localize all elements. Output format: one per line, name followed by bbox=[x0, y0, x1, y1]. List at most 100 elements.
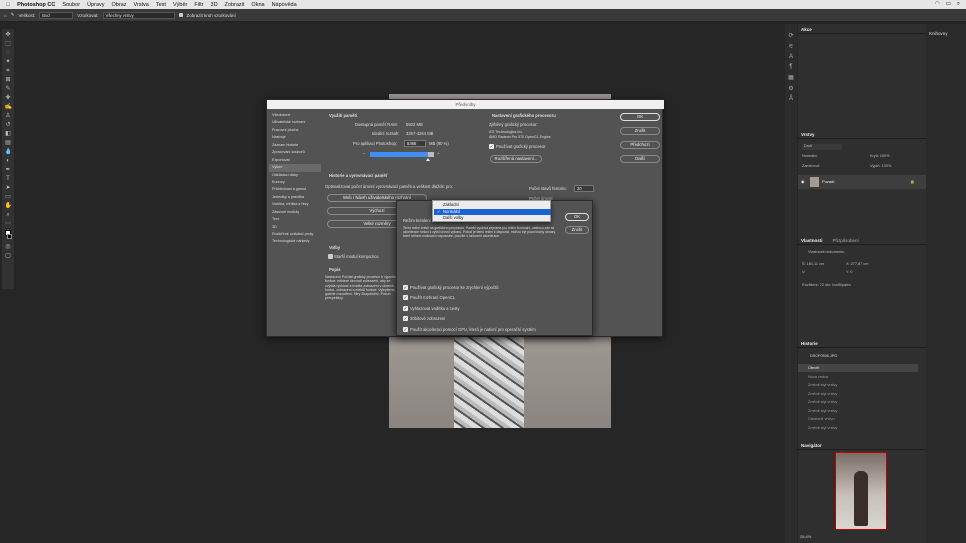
menu-text[interactable]: Text bbox=[156, 2, 166, 8]
navigator-panel-header[interactable]: Navigátor bbox=[798, 440, 926, 450]
category-item[interactable]: Technologické náhledy bbox=[269, 238, 321, 245]
category-item[interactable]: Pracovní plocha bbox=[269, 127, 321, 134]
history-item[interactable]: Změnit styl vrstvy bbox=[808, 426, 837, 430]
width-field[interactable]: Š: 181,11 cm bbox=[802, 262, 824, 266]
memory-slider[interactable] bbox=[370, 152, 434, 157]
category-item[interactable]: Odkládací disky bbox=[269, 172, 321, 179]
mode-option-advanced[interactable]: Další volby bbox=[434, 215, 551, 222]
type-tool-icon[interactable]: T bbox=[5, 176, 12, 183]
history-item[interactable]: Změnit styl vrstvy bbox=[808, 392, 837, 396]
category-item[interactable]: Text bbox=[269, 216, 321, 223]
30bit-display-checkbox[interactable]: ✓ bbox=[403, 316, 408, 321]
menu-vrstva[interactable]: Vrstva bbox=[133, 2, 148, 8]
hand-tool-icon[interactable]: ✋ bbox=[5, 203, 12, 210]
gradient-tool-icon[interactable]: ▤ bbox=[5, 140, 12, 147]
sample-select[interactable]: Všechny vrstvy bbox=[102, 11, 175, 19]
memory-slider-thumb[interactable] bbox=[425, 158, 430, 161]
opacity-field[interactable]: Krytí: 100% bbox=[870, 154, 890, 158]
native-gpu-checkbox[interactable]: ✓ bbox=[403, 327, 408, 332]
menu-napoveda[interactable]: Nápověda bbox=[272, 2, 297, 8]
category-item[interactable]: 3D bbox=[269, 224, 321, 231]
gpu-compute-checkbox[interactable]: ✓ bbox=[403, 285, 408, 290]
menu-zobrazit[interactable]: Zobrazit bbox=[225, 2, 245, 8]
properties-panel-icon[interactable]: ⚙ bbox=[788, 85, 793, 92]
paragraph-panel-icon[interactable]: ¶ bbox=[789, 64, 792, 70]
photoshop-mem-field[interactable]: 5368 bbox=[404, 140, 426, 147]
eyedropper-tool-icon[interactable]: ✎ bbox=[5, 86, 12, 93]
screen-mode-icon[interactable]: ▢ bbox=[5, 253, 12, 260]
wifi-icon[interactable]: ◠ bbox=[935, 1, 940, 8]
history-item[interactable]: Otevřít bbox=[808, 366, 819, 370]
navigator-thumbnail[interactable] bbox=[835, 452, 887, 530]
menu-obraz[interactable]: Obraz bbox=[112, 2, 127, 8]
size-select[interactable]: Bod bbox=[39, 11, 74, 19]
menu-upravy[interactable]: Úpravy bbox=[87, 2, 104, 8]
category-item[interactable]: Kurzory bbox=[269, 179, 321, 186]
layer-filter-select[interactable]: Druh bbox=[802, 144, 842, 150]
history-item[interactable]: Změnit styl vrstvy bbox=[808, 383, 837, 387]
brush-tool-icon[interactable]: ✍ bbox=[5, 104, 12, 111]
blend-mode-select[interactable]: Normální bbox=[802, 154, 817, 158]
opencl-checkbox[interactable]: ✓ bbox=[403, 295, 408, 300]
sub-ok-button[interactable]: OK bbox=[565, 213, 589, 221]
x-field[interactable]: X: 277,87 cm bbox=[846, 262, 868, 266]
history-brush-tool-icon[interactable]: ↺ bbox=[5, 122, 12, 129]
history-states-field[interactable]: 20 bbox=[574, 185, 594, 192]
adjust-panel-icon[interactable]: ⚟ bbox=[788, 43, 793, 50]
app-name-menu[interactable]: Photoshop CC bbox=[17, 2, 55, 8]
adjustments-tab[interactable]: Přizpůsobení bbox=[833, 238, 859, 243]
ok-button[interactable]: OK bbox=[620, 113, 660, 121]
sub-cancel-button[interactable]: Zrušit bbox=[565, 226, 589, 234]
swatches-panel-icon[interactable]: ▦ bbox=[788, 74, 794, 81]
color-swatches-icon[interactable] bbox=[4, 230, 12, 242]
pen-tool-icon[interactable]: ✒ bbox=[5, 167, 12, 174]
zoom-tool-icon[interactable]: ⌕ bbox=[5, 212, 12, 219]
y-field[interactable]: Y: 0 bbox=[846, 270, 853, 274]
category-item[interactable]: Exportovat bbox=[269, 157, 321, 164]
history-item[interactable]: Odstranit vrstvu bbox=[808, 417, 835, 421]
category-item[interactable]: Uživatelské rozhraní bbox=[269, 119, 321, 126]
history-item[interactable]: Změnit styl vrstvy bbox=[808, 400, 837, 404]
category-item[interactable]: Výkon bbox=[269, 164, 321, 172]
home-icon[interactable]: ⌂ bbox=[4, 13, 7, 18]
next-button[interactable]: Další bbox=[620, 155, 660, 163]
more-tools-icon[interactable]: ⋯ bbox=[5, 221, 12, 228]
menu-okna[interactable]: Okna bbox=[251, 2, 264, 8]
properties-panel-header[interactable]: Vlastnosti Přizpůsobení bbox=[798, 235, 926, 245]
history-panel-icon[interactable]: ⟳ bbox=[788, 32, 793, 39]
menu-soubor[interactable]: Soubor bbox=[62, 2, 80, 8]
category-item[interactable]: Zásuvné moduly bbox=[269, 209, 321, 216]
eyedropper-icon[interactable]: ✎ bbox=[11, 12, 15, 18]
history-item[interactable]: Nová vrstva bbox=[808, 375, 828, 379]
menu-vyber[interactable]: Výběr bbox=[173, 2, 187, 8]
mem-decrease-icon[interactable]: − bbox=[363, 151, 365, 156]
height-field[interactable]: V: bbox=[802, 270, 805, 274]
menu-3d[interactable]: 3D bbox=[211, 2, 218, 8]
lasso-tool-icon[interactable]: ◌ bbox=[5, 50, 12, 57]
gpu-advanced-button[interactable]: Rozšířená nastavení... bbox=[490, 155, 542, 163]
shape-tool-icon[interactable]: ▭ bbox=[5, 194, 12, 201]
move-tool-icon[interactable]: ✥ bbox=[5, 32, 12, 39]
stamp-tool-icon[interactable]: ♙ bbox=[5, 113, 12, 120]
category-item[interactable]: Záznam historie bbox=[269, 142, 321, 149]
libraries-tab[interactable]: Knihovny bbox=[929, 31, 948, 36]
search-icon[interactable]: ⌕ bbox=[957, 1, 960, 8]
use-gpu-checkbox[interactable]: ✓ bbox=[489, 144, 494, 149]
history-panel-header[interactable]: Historie bbox=[798, 338, 926, 348]
quick-mask-icon[interactable]: ◎ bbox=[5, 244, 12, 251]
menu-filtr[interactable]: Filtr bbox=[194, 2, 203, 8]
category-item[interactable]: Jednotky a pravítka bbox=[269, 194, 321, 201]
category-item[interactable]: Rozšířené ovládací prvky bbox=[269, 231, 321, 238]
category-item[interactable]: Zpracování souborů bbox=[269, 149, 321, 156]
zoom-level[interactable]: 28,4% bbox=[800, 534, 811, 539]
dodge-tool-icon[interactable]: ◐ bbox=[5, 158, 12, 165]
category-item[interactable]: Vodítka, mřížka a řezy bbox=[269, 201, 321, 208]
frame-tool-icon[interactable]: ⊠ bbox=[5, 77, 12, 84]
healing-tool-icon[interactable]: ✚ bbox=[5, 95, 12, 102]
history-snapshot[interactable]: DSCF0536.JPG bbox=[810, 354, 837, 358]
path-select-tool-icon[interactable]: ➤ bbox=[5, 185, 12, 192]
antialias-guides-checkbox[interactable]: ✓ bbox=[403, 306, 408, 311]
drawing-mode-dropdown[interactable]: Základní ✓ Normální Další volby bbox=[432, 200, 551, 222]
actions-panel-header[interactable]: Akce bbox=[798, 24, 926, 34]
apple-icon[interactable]:  bbox=[6, 2, 10, 8]
